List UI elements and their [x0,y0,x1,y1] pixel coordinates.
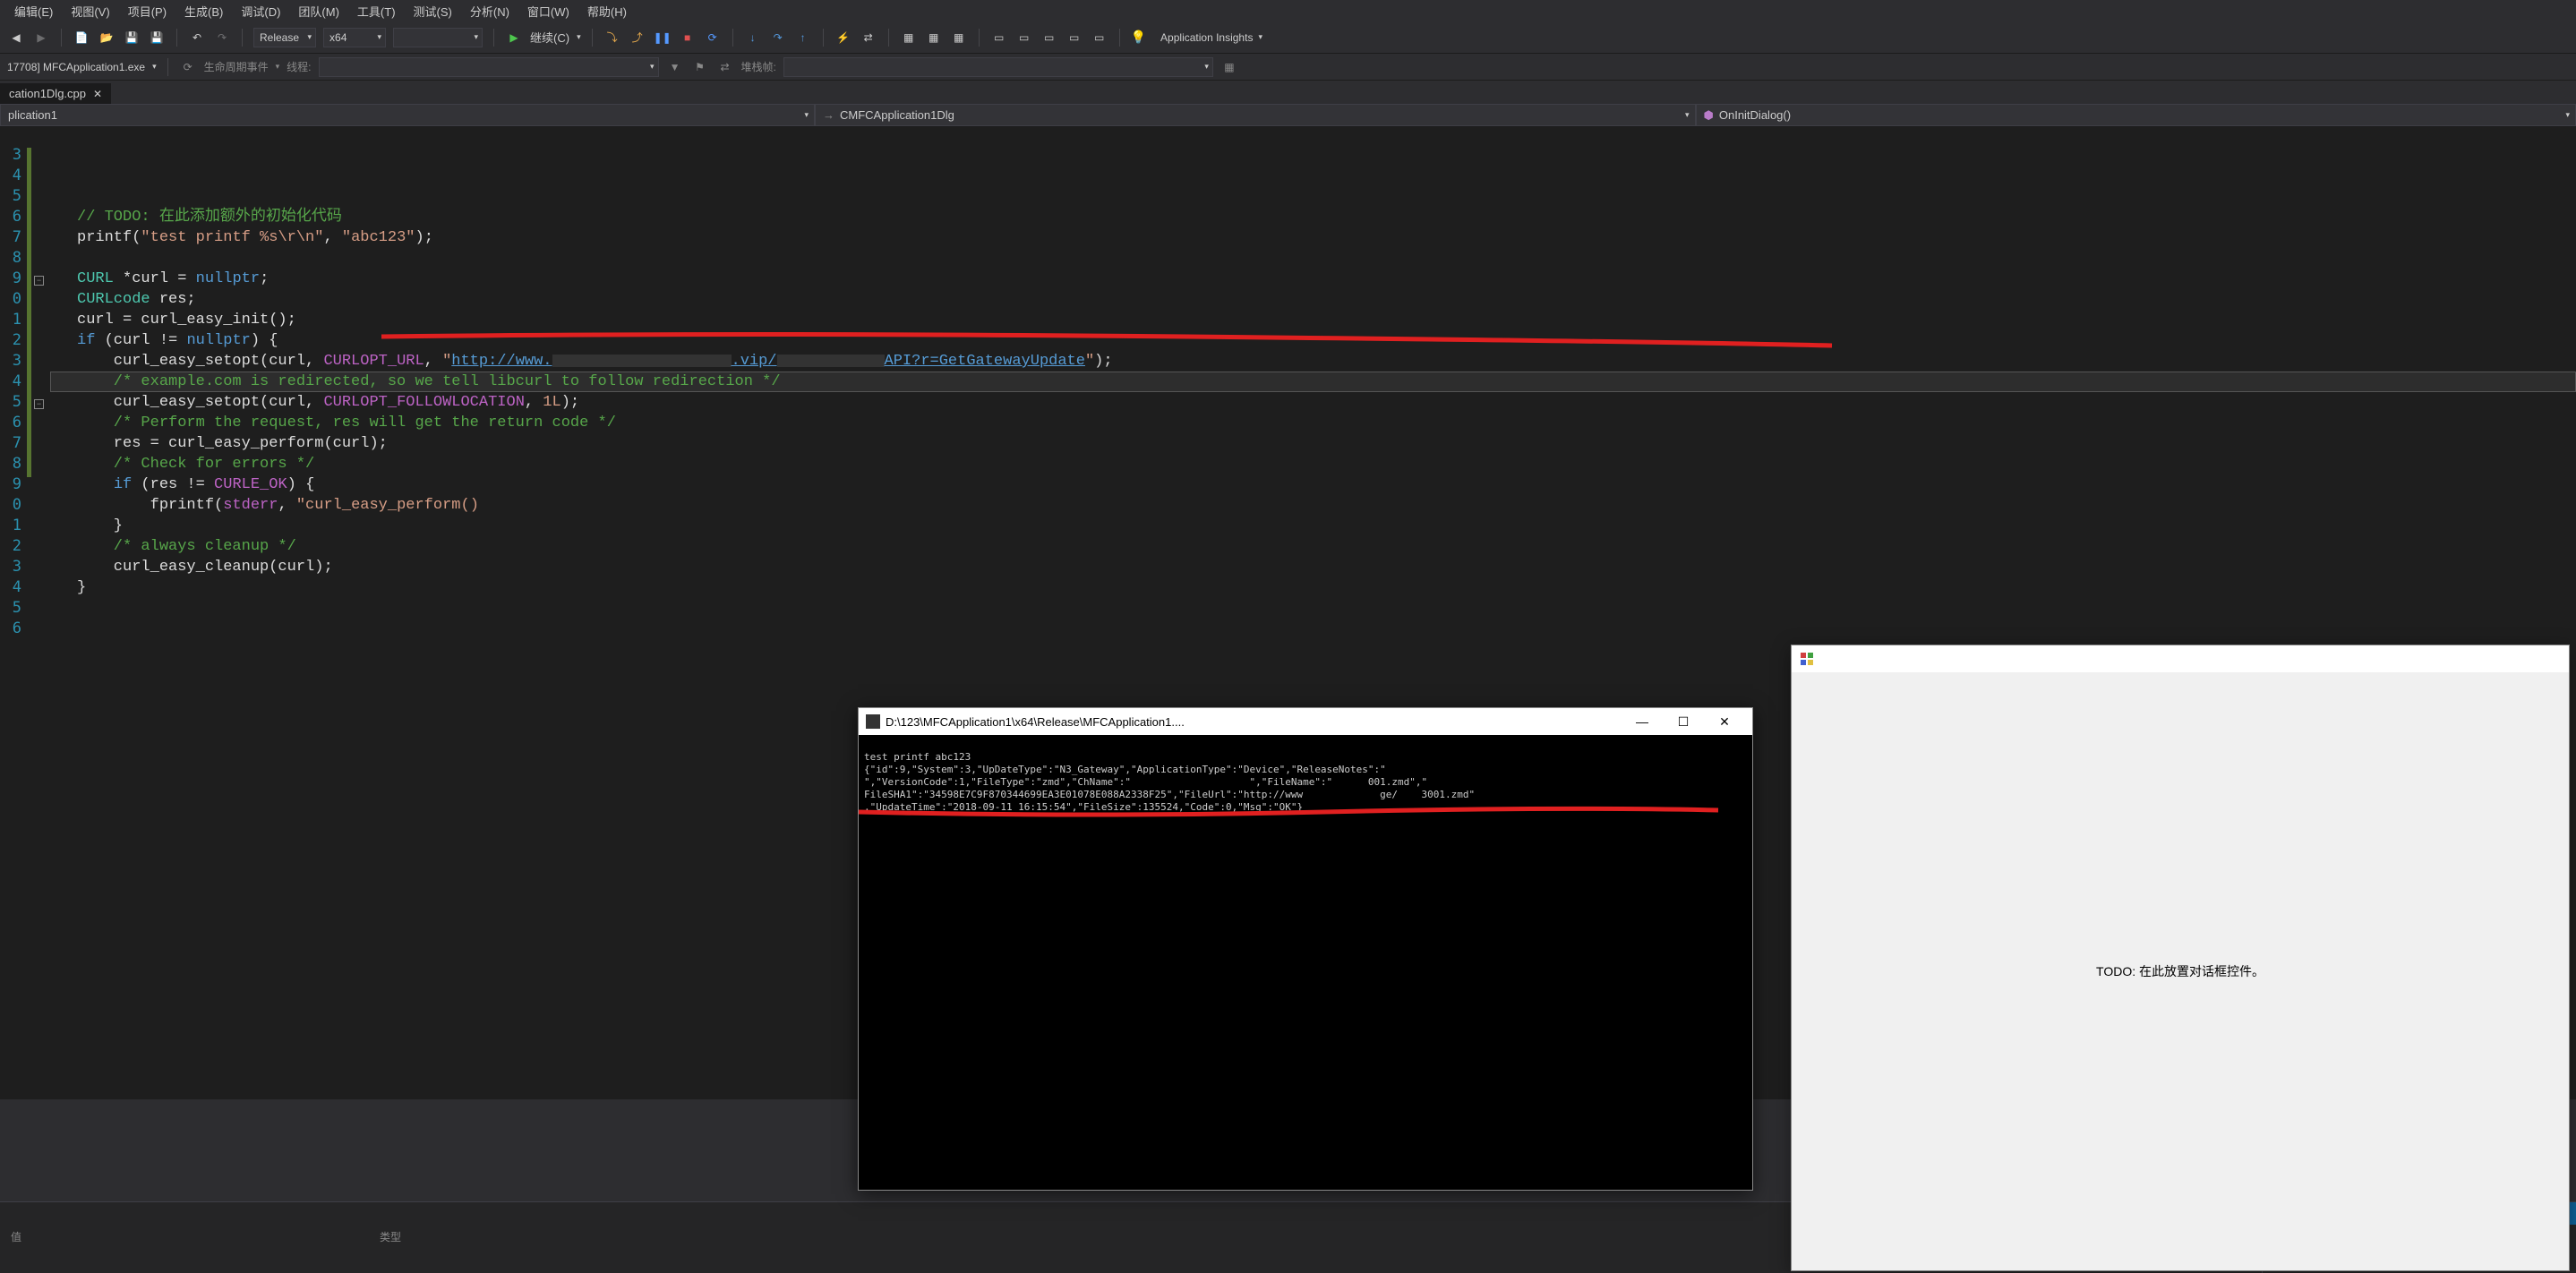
menu-build[interactable]: 生成(B) [177,1,230,21]
step-icon[interactable]: ⤵ [603,29,621,47]
open-icon[interactable]: 📂 [98,29,116,47]
config-dropdown[interactable]: Release [253,28,316,47]
pause-button[interactable]: ❚❚ [654,29,672,47]
app-icon [1799,651,1815,667]
menu-bar: 编辑(E) 视图(V) 项目(P) 生成(B) 调试(D) 团队(M) 工具(T… [0,0,2576,21]
app-insights-button[interactable]: Application Insights ▾ [1153,30,1270,46]
tool-icon-3[interactable]: ▦ [900,29,918,47]
dialog-titlebar[interactable] [1792,645,2569,672]
save-icon[interactable]: 💾 [123,29,141,47]
target-dropdown[interactable] [393,28,483,47]
tool-icon-2[interactable]: ⇄ [860,29,877,47]
window-icon-4[interactable]: ▭ [1065,29,1083,47]
menu-window[interactable]: 窗口(W) [520,1,577,21]
continue-label[interactable]: 继续(C) [530,29,569,46]
dialog-body: TODO: 在此放置对话框控件。 [1792,672,2569,1270]
menu-project[interactable]: 项目(P) [121,1,174,21]
stack-dropdown[interactable] [783,57,1213,77]
navigation-bar: plication1▾ → CMFCApplication1Dlg▾ ⬢ OnI… [0,104,2576,127]
stack-label: 堆栈帧: [741,59,776,74]
menu-edit[interactable]: 编辑(E) [7,1,60,21]
minimize-button[interactable]: — [1622,708,1663,735]
scope-combo[interactable]: plication1▾ [0,104,815,126]
forward-button[interactable]: ▶ [32,29,50,47]
step2-icon[interactable]: ⤴ [629,29,646,47]
main-toolbar: ◀ ▶ 📄 📂 💾 💾 ↶ ↷ Release x64 ▶ 继续(C)▾ ⤵ ⤴… [0,21,2576,54]
tool-icon-4[interactable]: ▦ [925,29,943,47]
step-over-icon[interactable]: ↷ [769,29,787,47]
menu-help[interactable]: 帮助(H) [580,1,634,21]
debug-toolbar: 17708] MFCApplication1.exe ▾ ⟳ 生命周期事件▾ 线… [0,54,2576,81]
bulb-icon: 💡 [1131,30,1146,45]
redo-icon[interactable]: ↷ [213,29,231,47]
menu-test[interactable]: 测试(S) [407,1,459,21]
window-icon-1[interactable]: ▭ [990,29,1008,47]
menu-tools[interactable]: 工具(T) [350,1,403,21]
maximize-button[interactable]: ☐ [1663,708,1704,735]
mfc-dialog[interactable]: TODO: 在此放置对话框控件。 [1791,645,2570,1271]
window-icon-3[interactable]: ▭ [1040,29,1058,47]
fold-column: − − [32,127,50,1099]
console-title-text: D:\123\MFCApplication1\x64\Release\MFCAp… [886,715,1185,729]
col-value[interactable]: 值 [11,1229,21,1244]
filter1-icon[interactable]: ▼ [666,58,684,76]
console-window[interactable]: D:\123\MFCApplication1\x64\Release\MFCAp… [858,707,1753,1191]
tab-file[interactable]: cation1Dlg.cpp ✕ [0,83,111,104]
thread-label: 线程: [287,59,311,74]
cmd-icon [866,714,880,729]
back-button[interactable]: ◀ [7,29,25,47]
new-file-icon[interactable]: 📄 [73,29,90,47]
platform-dropdown[interactable]: x64 [323,28,386,47]
col-type[interactable]: 类型 [380,1229,401,1244]
undo-icon[interactable]: ↶ [188,29,206,47]
menu-team[interactable]: 团队(M) [291,1,347,21]
process-label: 17708] MFCApplication1.exe [7,61,145,73]
class-combo[interactable]: → CMFCApplication1Dlg▾ [815,104,1696,126]
tool-icon-5[interactable]: ▦ [950,29,968,47]
restart-button[interactable]: ⟳ [704,29,722,47]
step-out-icon[interactable]: ↑ [794,29,812,47]
tool-icon-1[interactable]: ⚡ [834,29,852,47]
lifecycle-label: 生命周期事件 [204,59,269,74]
window-icon-2[interactable]: ▭ [1015,29,1033,47]
tab-label: cation1Dlg.cpp [9,87,86,100]
menu-debug[interactable]: 调试(D) [234,1,287,21]
dialog-placeholder-text: TODO: 在此放置对话框控件。 [2096,962,2264,980]
menu-view[interactable]: 视图(V) [64,1,116,21]
console-titlebar[interactable]: D:\123\MFCApplication1\x64\Release\MFCAp… [859,708,1752,735]
window-icon-5[interactable]: ▭ [1091,29,1108,47]
close-icon[interactable]: ✕ [93,88,102,100]
filter3-icon[interactable]: ⇄ [716,58,734,76]
lifecycle-icon[interactable]: ⟳ [179,58,197,76]
method-combo[interactable]: ⬢ OnInitDialog()▾ [1696,104,2576,126]
console-output[interactable]: test printf abc123 {"id":9,"System":3,"U… [859,735,1752,1190]
filter2-icon[interactable]: ⚑ [691,58,709,76]
menu-analyze[interactable]: 分析(N) [463,1,517,21]
continue-button[interactable]: ▶ [505,29,523,47]
fold-icon[interactable]: − [34,276,44,286]
step-into-icon[interactable]: ↓ [744,29,762,47]
close-button[interactable]: ✕ [1704,708,1745,735]
stop-button[interactable]: ■ [679,29,697,47]
thread-dropdown[interactable] [319,57,659,77]
document-tabs: cation1Dlg.cpp ✕ [0,81,2576,104]
save-all-icon[interactable]: 💾 [148,29,166,47]
stack-tool-icon[interactable]: ▦ [1220,58,1238,76]
fold-icon[interactable]: − [34,399,44,409]
line-gutter: 345678901234567890123456 [0,127,27,1099]
